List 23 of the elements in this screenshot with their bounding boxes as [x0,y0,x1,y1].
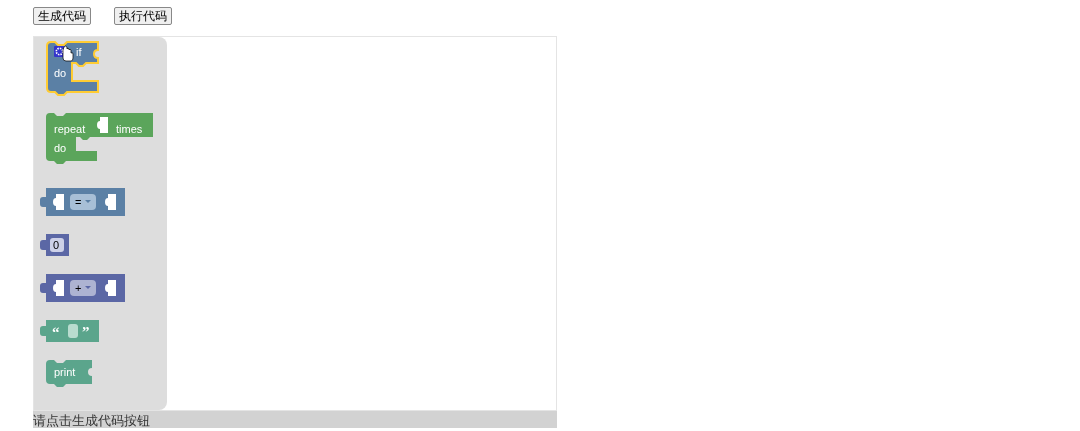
repeat-block[interactable] [46,113,153,164]
block-label: print [54,366,76,378]
block-label: do [54,142,67,154]
toolbar-button[interactable]: 生成代码 [33,7,91,25]
empty-input-slot [105,194,116,210]
block-label: repeat [54,123,86,135]
empty-input-slot [53,194,64,210]
empty-input-slot [105,280,116,296]
block-label: 0 [53,239,60,251]
block-label: do [54,67,67,79]
empty-input-slot [97,117,108,133]
toolbar-button[interactable]: 执行代码 [114,7,172,25]
block-label: times [116,123,143,135]
operator-dropdown[interactable]: + [70,280,96,296]
print-block[interactable] [46,360,92,387]
operator-dropdown[interactable]: = [70,194,96,210]
block-label: if [76,46,82,58]
status-text: 请点击生成代码按钮 [33,413,150,428]
empty-text-field[interactable] [68,324,78,338]
empty-input-slot [53,280,64,296]
quote-mark: ” [82,324,90,340]
quote-mark: “ [52,324,60,340]
hand-cursor-icon [62,45,74,62]
